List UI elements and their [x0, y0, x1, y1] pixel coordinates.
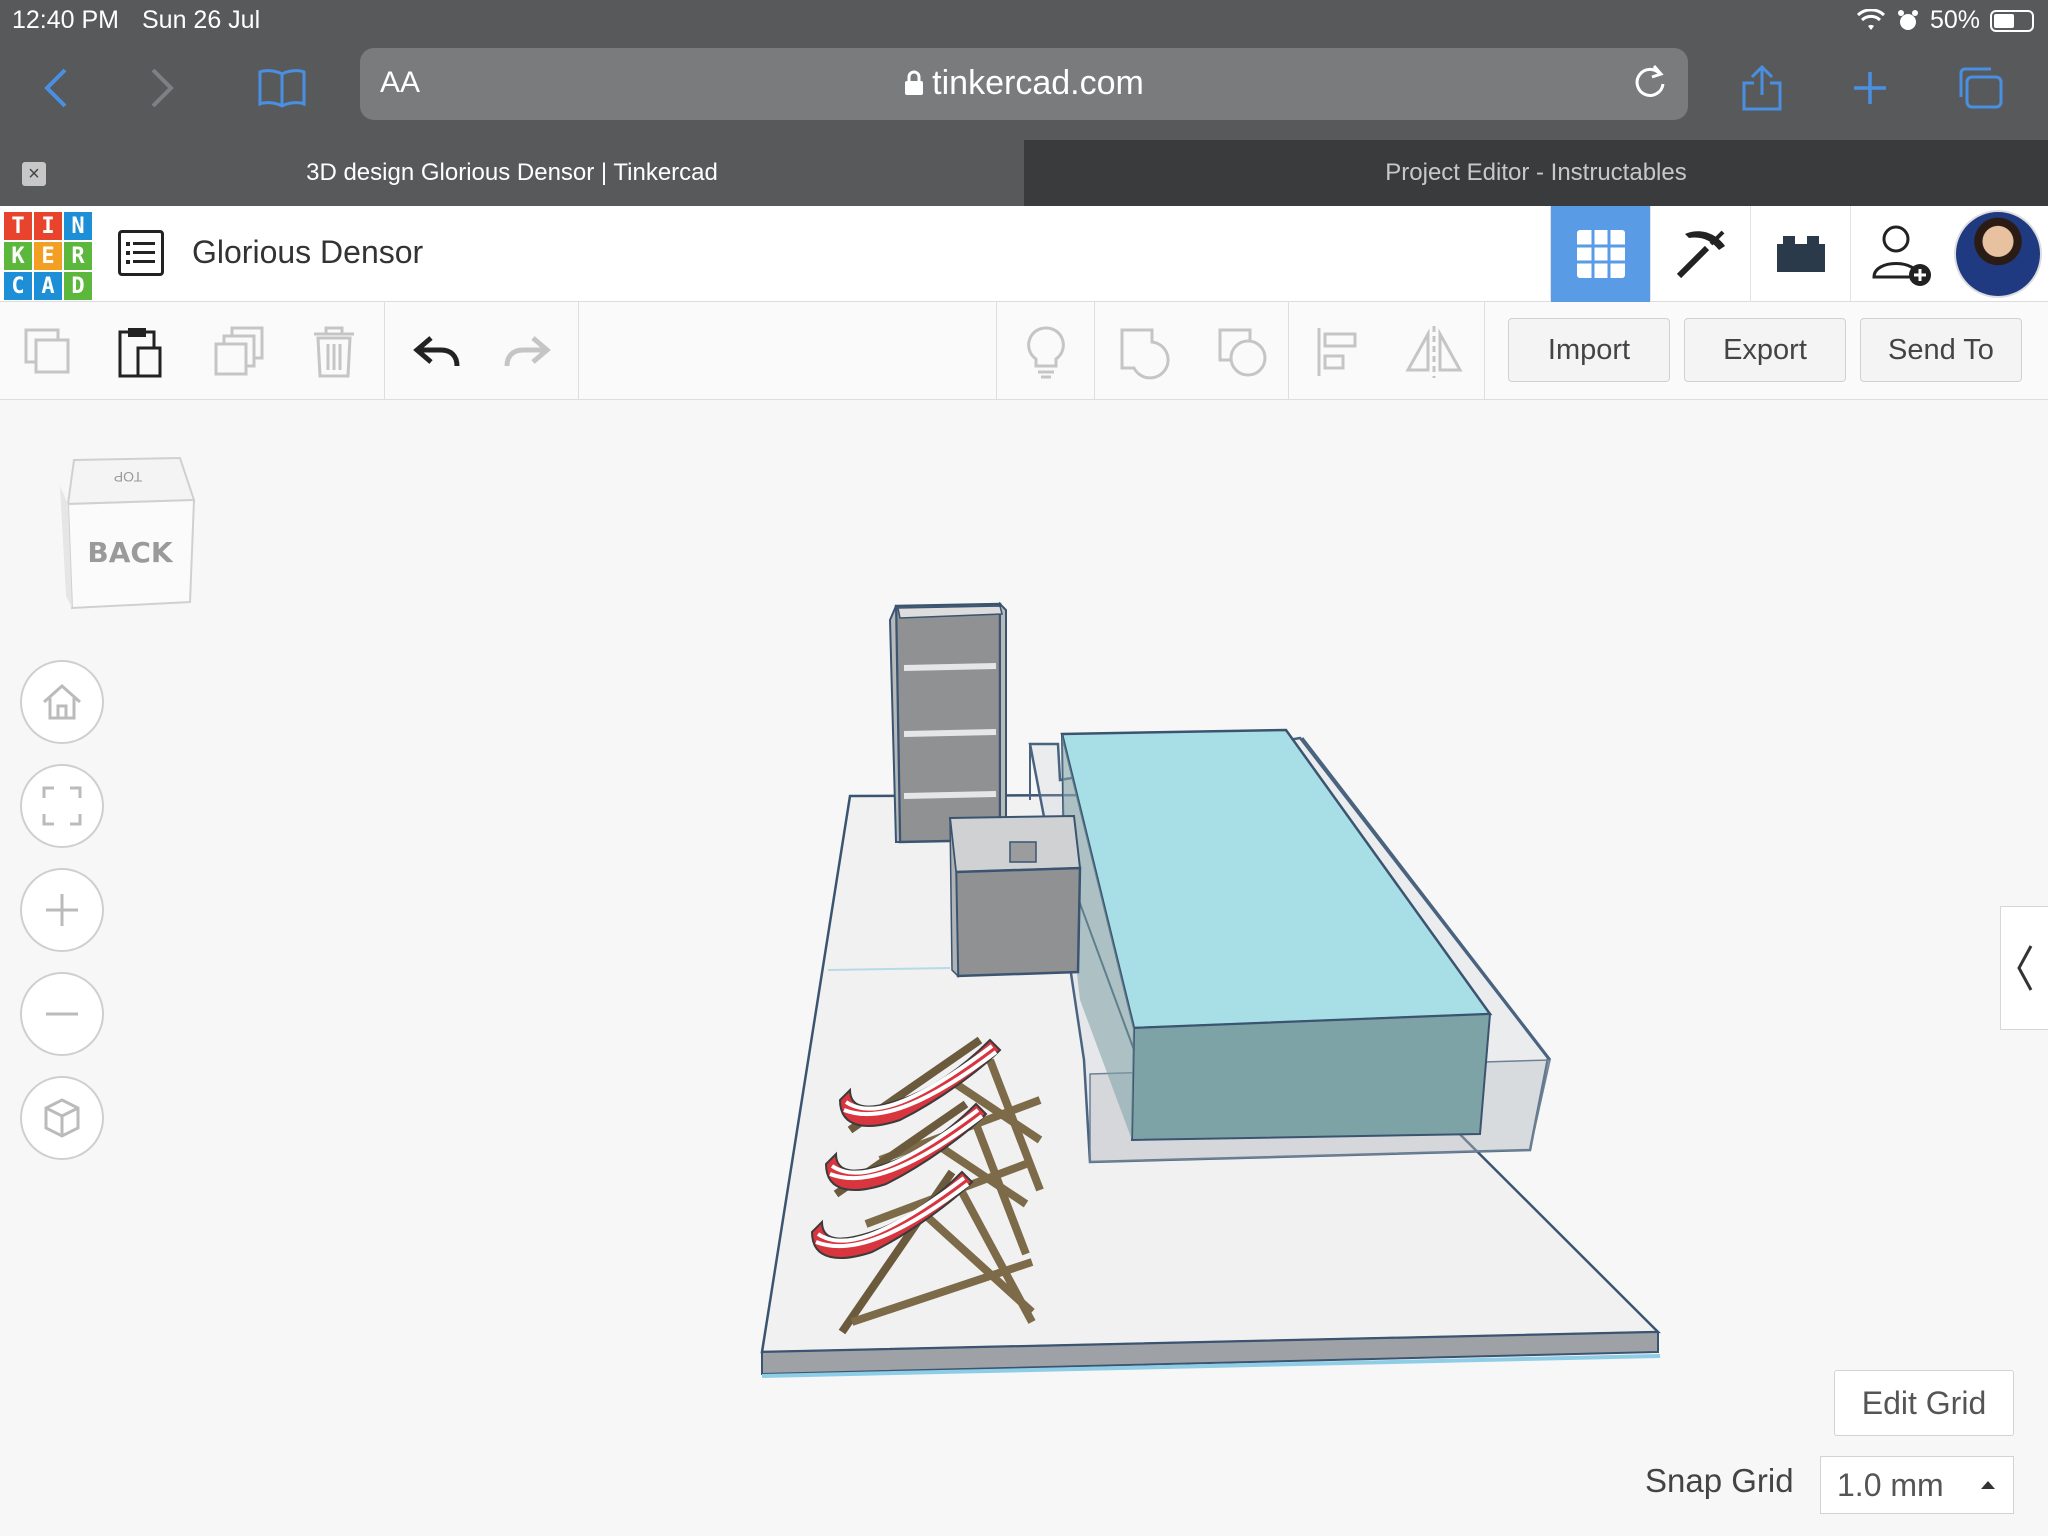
view-cube-top-label: TOP [114, 469, 143, 485]
pool-water-box[interactable] [1060, 728, 1493, 1142]
cube-perspective-icon [44, 1098, 80, 1138]
minus-icon [46, 1012, 78, 1016]
home-view-button[interactable] [20, 660, 104, 744]
snap-grid-value: 1.0 mm [1837, 1466, 1944, 1503]
view-cube[interactable]: TOP BACK [60, 456, 204, 616]
fit-view-button[interactable] [20, 764, 104, 848]
home-icon [43, 683, 81, 720]
perspective-toggle-button[interactable] [20, 1076, 104, 1160]
kitchen-counter[interactable] [948, 814, 1082, 978]
shelf-unit[interactable] [888, 601, 1007, 849]
3d-scene[interactable] [0, 0, 2048, 1536]
chevron-left-icon [2016, 945, 2032, 991]
fit-to-view-icon [42, 786, 82, 826]
zoom-out-button[interactable] [20, 972, 104, 1056]
caret-up-icon [1981, 1481, 1995, 1489]
view-cube-front-label: BACK [87, 536, 174, 569]
plus-icon [46, 894, 78, 926]
shapes-panel-toggle[interactable] [2000, 906, 2048, 1030]
edit-grid-button[interactable]: Edit Grid [1834, 1370, 2014, 1436]
zoom-in-button[interactable] [20, 868, 104, 952]
snap-grid-label: Snap Grid [1645, 1462, 1794, 1499]
snap-grid-select[interactable]: 1.0 mm [1820, 1456, 2014, 1514]
